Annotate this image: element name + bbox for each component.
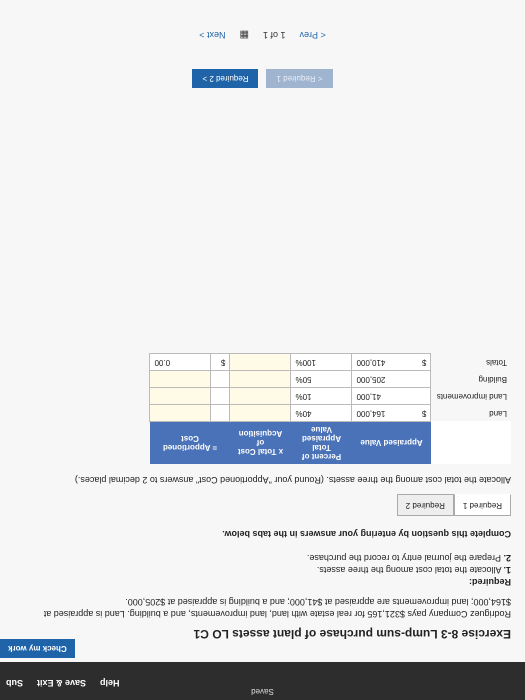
dollar-sign [412, 370, 431, 388]
appraised-value: 41,000 [352, 387, 413, 405]
total-cost-input[interactable] [230, 370, 291, 388]
required-heading: Required: [468, 577, 511, 587]
prev-required-button[interactable]: < Required 1 [266, 69, 333, 88]
complete-instruction: Complete this question by entering your … [222, 529, 511, 539]
appraised-value: 205,000 [352, 370, 413, 388]
requirement-2: 2. Prepare the journal entry to record t… [306, 553, 511, 563]
total-cost-total [230, 353, 291, 371]
top-bar: Saved Help Save & Exit Sub [0, 662, 525, 700]
prev-link[interactable]: < Prev [300, 29, 326, 40]
grid-icon[interactable]: ▦ [240, 29, 249, 40]
next-link[interactable]: Next > [199, 29, 225, 40]
appraised-value: 164,000 [352, 404, 413, 422]
header-blank [431, 421, 511, 464]
dollar-sign [211, 404, 230, 422]
submit-link[interactable]: Sub [6, 678, 23, 688]
header-total-cost: x Total Cost of Acquisition [230, 421, 291, 464]
row-label: Land [489, 409, 507, 418]
dollar-sign: $ [412, 353, 431, 371]
requirement-1: 1. Allocate the total cost among the thr… [316, 565, 511, 575]
percent-total: 100% [291, 353, 352, 371]
table-header-row: Appraised Value Percent of Total Apprais… [150, 421, 511, 464]
appraised-value-total: 410,000 [352, 353, 413, 371]
assignment-screen: Saved Help Save & Exit Sub Check my work… [0, 0, 525, 700]
total-cost-input[interactable] [230, 404, 291, 422]
totals-row: Totals $ 410,000 100% $ 0.00 [150, 353, 511, 371]
help-link[interactable]: Help [100, 678, 120, 688]
row-label: Building [478, 375, 507, 384]
apportioned-cost-input[interactable] [150, 404, 211, 422]
apportioned-cost-input[interactable] [150, 387, 211, 405]
exercise-intro: Rodriguez Company pays $321,165 for real… [43, 597, 511, 619]
tab-required-2[interactable]: Required 2 [396, 494, 454, 516]
question-content: Exercise 8-3 Lump-sum purchase of plant … [21, 353, 511, 641]
exercise-title: Exercise 8-3 Lump-sum purchase of plant … [193, 627, 511, 641]
table-row: Land $ 164,000 40% [150, 404, 511, 422]
total-cost-input[interactable] [230, 387, 291, 405]
allocation-table: Appraised Value Percent of Total Apprais… [150, 353, 511, 464]
check-my-work-button[interactable]: Check my work [0, 639, 75, 658]
dollar-sign [211, 370, 230, 388]
dollar-sign: $ [412, 404, 431, 422]
question-pager: < Prev 1 of 1 ▦ Next > [0, 29, 525, 40]
table-row: Land improvements 41,000 10% [150, 387, 511, 405]
header-apportioned-cost: = Apportioned Cost [150, 421, 230, 464]
percent-value[interactable]: 10% [291, 387, 352, 405]
percent-value[interactable]: 50% [291, 370, 352, 388]
percent-value[interactable]: 40% [291, 404, 352, 422]
allocation-instruction: Allocate the total cost among the three … [74, 475, 511, 485]
dollar-sign [211, 387, 230, 405]
page-position: 1 of 1 [262, 30, 286, 40]
dollar-sign [412, 387, 431, 405]
tab-required-1[interactable]: Required 1 [453, 494, 511, 516]
saved-status: Saved [251, 687, 274, 696]
apportioned-cost-total: 0.00 [150, 353, 211, 371]
header-appraised-value: Appraised Value [352, 421, 431, 464]
row-label: Totals [486, 358, 507, 367]
header-percent: Percent of Total Appraised Value [291, 421, 352, 464]
requirement-navigation: < Required 1 Required 2 > [0, 69, 525, 88]
row-label: Land improvements [436, 392, 507, 401]
dollar-sign: $ [211, 353, 230, 371]
apportioned-cost-input[interactable] [150, 370, 211, 388]
requirement-tabs: Required 1 Required 2 [21, 494, 511, 516]
save-exit-link[interactable]: Save & Exit [37, 678, 86, 688]
table-row: Building 205,000 50% [150, 370, 511, 388]
next-required-button[interactable]: Required 2 > [192, 69, 259, 88]
